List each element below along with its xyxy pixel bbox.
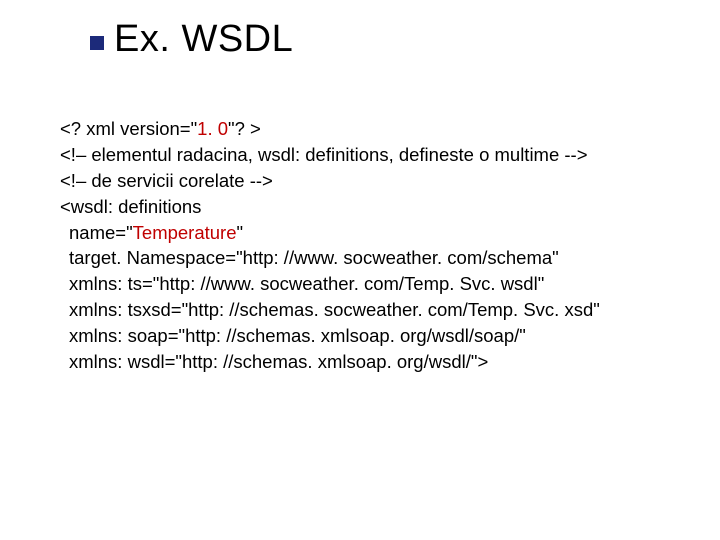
code-line: <!– de servicii corelate --> xyxy=(60,168,670,194)
code-highlight: 1. 0 xyxy=(197,118,228,139)
code-line: <wsdl: definitions xyxy=(60,194,670,220)
slide-title: Ex. WSDL xyxy=(114,18,293,61)
title-bullet-icon xyxy=(90,36,104,50)
code-content: <? xml version="1. 0"? > <!– elementul r… xyxy=(60,116,670,375)
code-text: " xyxy=(237,222,244,243)
code-line: xmlns: soap="http: //schemas. xmlsoap. o… xyxy=(60,323,670,349)
title-area: Ex. WSDL xyxy=(90,18,670,61)
code-line: <? xml version="1. 0"? > xyxy=(60,116,670,142)
slide-container: Ex. WSDL <? xml version="1. 0"? > <!– el… xyxy=(0,0,720,540)
code-line: target. Namespace="http: //www. socweath… xyxy=(60,245,670,271)
code-highlight: Temperature xyxy=(133,222,237,243)
code-text: "? > xyxy=(228,118,261,139)
code-text: name=" xyxy=(69,222,133,243)
code-text: <? xml version=" xyxy=(60,118,197,139)
code-line: xmlns: tsxsd="http: //schemas. socweathe… xyxy=(60,297,670,323)
code-line: xmlns: ts="http: //www. socweather. com/… xyxy=(60,271,670,297)
code-line: xmlns: wsdl="http: //schemas. xmlsoap. o… xyxy=(60,349,670,375)
code-line: <!– elementul radacina, wsdl: definition… xyxy=(60,142,670,168)
code-line: name="Temperature" xyxy=(60,220,670,246)
